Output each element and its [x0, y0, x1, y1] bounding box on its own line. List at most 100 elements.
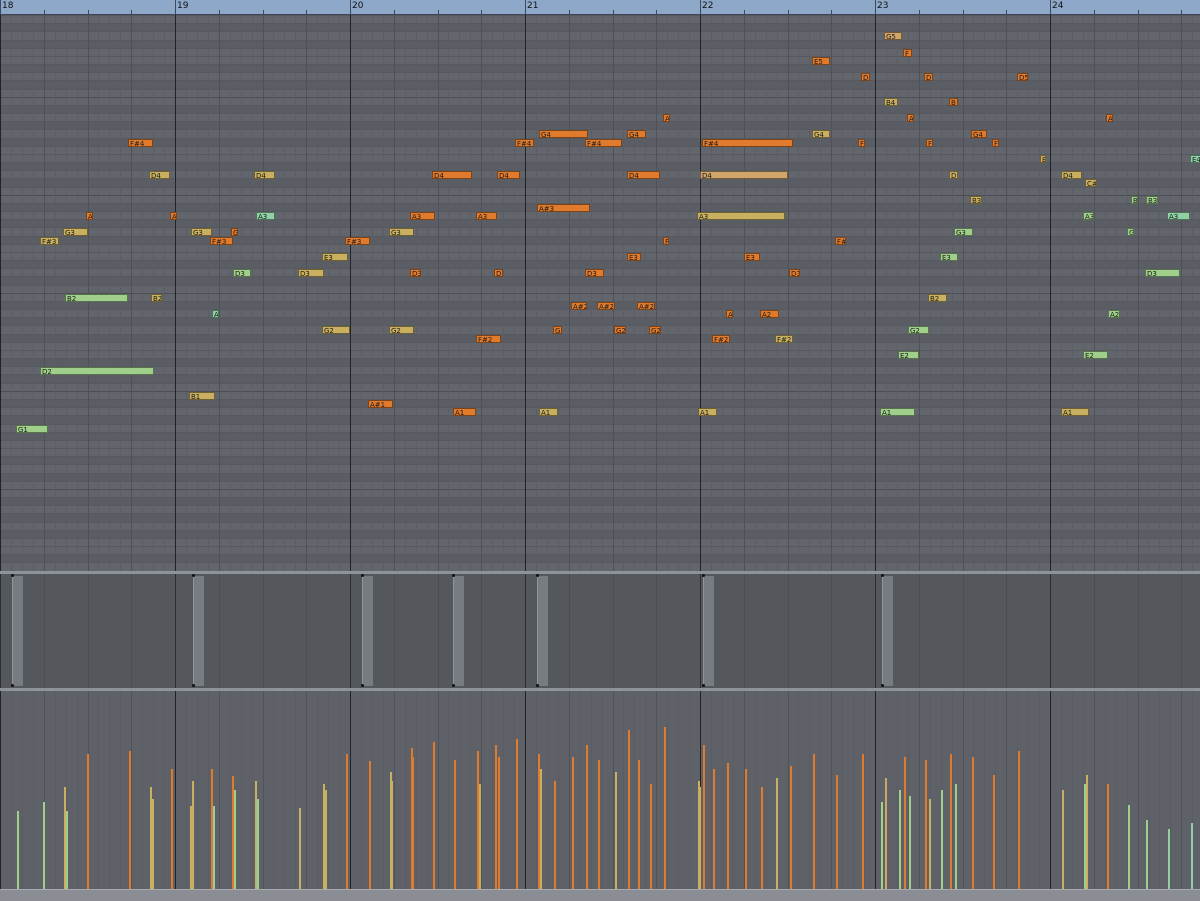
midi-note[interactable]: G1 — [16, 425, 48, 433]
velocity-bar[interactable] — [412, 757, 414, 889]
midi-note[interactable]: A1 — [698, 408, 717, 416]
midi-note[interactable]: D — [949, 171, 958, 179]
midi-note[interactable]: B3 — [1146, 196, 1158, 204]
midi-note[interactable]: A1 — [453, 408, 476, 416]
velocity-bar[interactable] — [171, 769, 173, 889]
velocity-bar[interactable] — [761, 787, 763, 889]
midi-note[interactable]: D3 — [233, 269, 251, 277]
midi-note[interactable]: G2 — [322, 326, 350, 334]
velocity-bar[interactable] — [257, 799, 259, 889]
midi-note[interactable]: E3 — [322, 253, 348, 261]
midi-note[interactable]: D2 — [40, 367, 154, 375]
velocity-bar[interactable] — [1146, 820, 1148, 889]
midi-note[interactable]: A3 — [256, 212, 275, 220]
velocity-bar[interactable] — [1168, 829, 1170, 889]
pedal-event[interactable] — [882, 576, 893, 686]
pedal-event[interactable] — [537, 576, 548, 686]
midi-note[interactable]: A1 — [1061, 408, 1089, 416]
velocity-bar[interactable] — [1062, 790, 1064, 889]
midi-note[interactable]: E2 — [1083, 351, 1108, 359]
velocity-bar[interactable] — [664, 727, 666, 889]
pedal-event[interactable] — [12, 576, 23, 686]
velocity-bar[interactable] — [638, 760, 640, 889]
velocity-bar[interactable] — [881, 802, 883, 889]
velocity-bar[interactable] — [391, 781, 393, 889]
velocity-bar[interactable] — [1086, 775, 1088, 889]
pedal-event[interactable] — [703, 576, 714, 686]
midi-note[interactable]: G4 — [812, 130, 830, 138]
velocity-bar[interactable] — [540, 769, 542, 889]
midi-note[interactable]: G2 — [908, 326, 929, 334]
midi-note[interactable]: A — [726, 310, 733, 318]
velocity-bar[interactable] — [1128, 805, 1130, 889]
velocity-bar[interactable] — [479, 784, 481, 889]
midi-note[interactable]: G3 — [191, 228, 212, 236]
velocity-bar[interactable] — [43, 802, 45, 889]
midi-note[interactable]: G3 — [954, 228, 973, 236]
midi-note[interactable]: B — [949, 98, 958, 106]
midi-note[interactable]: F — [992, 139, 999, 147]
velocity-bar[interactable] — [325, 790, 327, 889]
midi-note[interactable]: F — [903, 49, 912, 57]
midi-note[interactable]: A3 — [1083, 212, 1094, 220]
midi-note[interactable]: F# — [835, 237, 846, 245]
midi-note[interactable]: C# — [1085, 179, 1097, 187]
midi-note[interactable]: A2 — [1108, 310, 1120, 318]
midi-note[interactable]: A#3 — [537, 204, 590, 212]
midi-note[interactable]: A — [212, 310, 219, 318]
midi-note[interactable]: E5 — [812, 57, 830, 65]
midi-note[interactable]: D3 — [410, 269, 421, 277]
velocity-bar[interactable] — [929, 799, 931, 889]
midi-note[interactable]: F — [926, 139, 933, 147]
midi-note[interactable]: B4 — [884, 98, 898, 106]
pedal-handle[interactable] — [192, 684, 195, 687]
midi-note[interactable]: F#3 — [345, 237, 370, 245]
velocity-bar[interactable] — [572, 757, 574, 889]
midi-note[interactable]: D — [861, 73, 870, 81]
midi-note[interactable]: D — [924, 73, 933, 81]
velocity-bar[interactable] — [925, 760, 927, 889]
pedal-handle[interactable] — [536, 684, 539, 687]
timeline-ruler[interactable]: 18 19 20 21 22 23 24 — [0, 0, 1200, 15]
midi-note[interactable]: G5 — [884, 32, 902, 40]
midi-note[interactable]: D4 — [1061, 171, 1082, 179]
midi-note[interactable]: F#2 — [775, 335, 793, 343]
velocity-bar[interactable] — [498, 757, 500, 889]
midi-note[interactable]: D4 — [254, 171, 275, 179]
midi-note[interactable]: A#2 — [597, 302, 615, 310]
velocity-bar[interactable] — [899, 790, 901, 889]
velocity-bar[interactable] — [993, 775, 995, 889]
midi-note[interactable]: G — [231, 228, 238, 236]
pedal-handle[interactable] — [702, 684, 705, 687]
midi-note[interactable]: G4 — [539, 130, 588, 138]
piano-roll-grid[interactable]: G5 F E5 D D D5 B4 B A A A F#4 G4 G4 G4 G4 F#4 F#4 F#4 F F F E E… — [0, 15, 1200, 571]
midi-note[interactable]: G2 — [614, 326, 626, 334]
horizontal-scrollbar[interactable] — [0, 889, 1200, 901]
midi-note[interactable]: F#4 — [585, 139, 622, 147]
midi-note[interactable]: E2 — [898, 351, 919, 359]
midi-note[interactable]: B — [1131, 196, 1138, 204]
velocity-bar[interactable] — [454, 760, 456, 889]
velocity-bar[interactable] — [554, 781, 556, 889]
midi-note[interactable]: G3 — [63, 228, 88, 236]
velocity-bar[interactable] — [213, 806, 215, 889]
velocity-bar[interactable] — [950, 754, 952, 889]
midi-note[interactable]: A — [907, 114, 914, 122]
midi-note[interactable]: A#1 — [368, 400, 393, 408]
midi-note[interactable]: G — [1127, 228, 1134, 236]
pedal-handle[interactable] — [702, 574, 705, 577]
pedal-handle[interactable] — [536, 574, 539, 577]
sustain-pedal-lane[interactable] — [0, 574, 1200, 688]
velocity-bar[interactable] — [972, 757, 974, 889]
pedal-handle[interactable] — [361, 684, 364, 687]
midi-note[interactable]: G — [553, 326, 562, 334]
midi-note[interactable]: B1 — [189, 392, 215, 400]
velocity-bar[interactable] — [941, 790, 943, 889]
pedal-handle[interactable] — [452, 574, 455, 577]
midi-note[interactable]: F — [663, 237, 669, 245]
velocity-bar[interactable] — [776, 778, 778, 889]
midi-note[interactable]: A1 — [539, 408, 558, 416]
midi-note[interactable]: A — [86, 212, 93, 220]
midi-note[interactable]: D4 — [700, 171, 788, 179]
midi-note[interactable]: D4 — [432, 171, 472, 179]
